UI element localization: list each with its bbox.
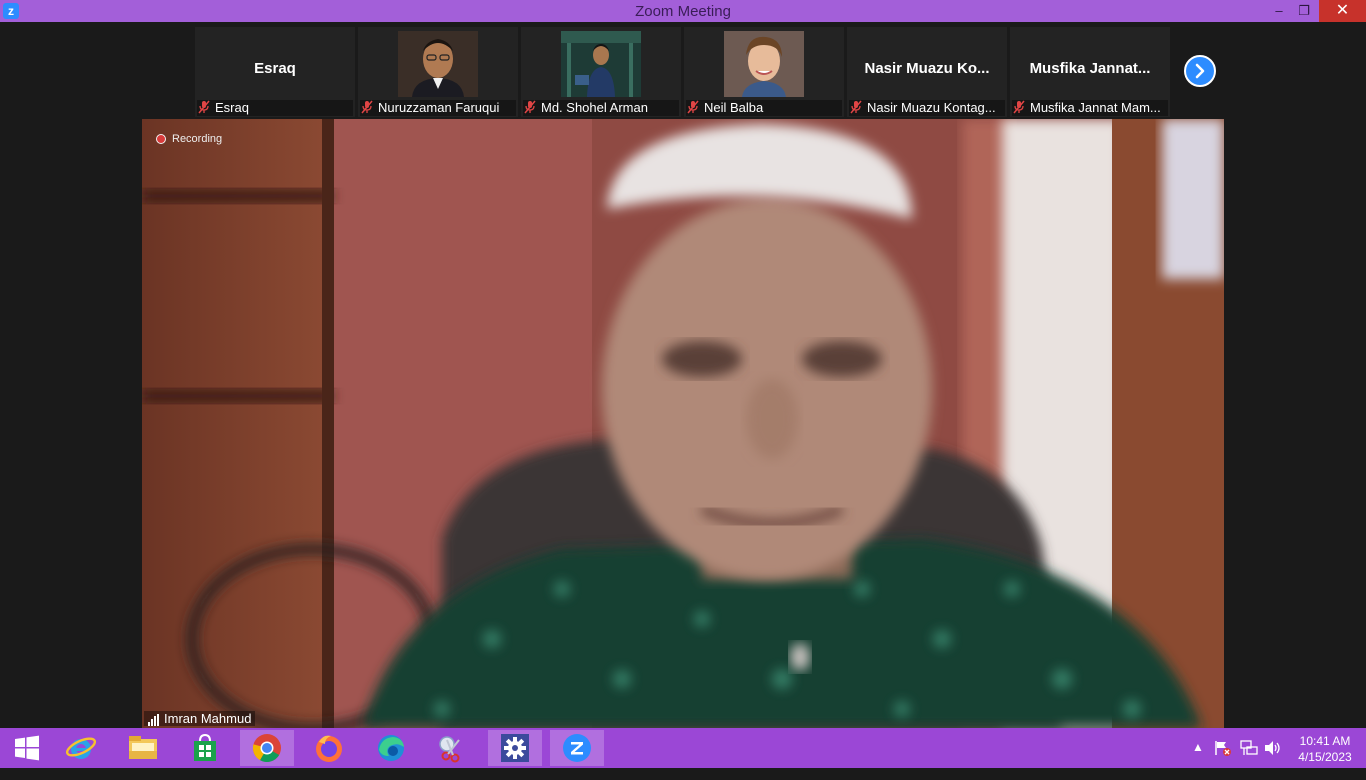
participant-name: Md. Shohel Arman xyxy=(541,100,648,115)
settings-taskbar-button[interactable] xyxy=(488,730,542,766)
recording-indicator: Recording xyxy=(156,133,222,145)
edge-taskbar-button[interactable] xyxy=(364,730,418,766)
chevron-right-icon xyxy=(1195,63,1205,79)
participant-name: Neil Balba xyxy=(704,100,764,115)
clock-date: 4/15/2023 xyxy=(1298,750,1352,764)
recording-label: Recording xyxy=(172,133,223,145)
participant-name: Nasir Muazu Kontag... xyxy=(867,100,996,115)
participant-strip: Esraq Esraq Nuruzzaman Faruqui Md. Shohe… xyxy=(0,22,1366,118)
windows-logo-icon xyxy=(15,735,39,761)
participant-name: Nuruzzaman Faruqui xyxy=(378,100,500,115)
participant-video xyxy=(398,31,478,97)
participant-tile[interactable]: Neil Balba xyxy=(684,27,844,117)
participant-tile[interactable]: Musfika Jannat... Musfika Jannat Mam... xyxy=(1010,27,1170,117)
recording-dot-icon xyxy=(156,134,166,144)
person-avatar-icon xyxy=(561,31,641,97)
firefox-taskbar-button[interactable] xyxy=(302,730,356,766)
chrome-taskbar-button[interactable] xyxy=(240,730,294,766)
speaker-name: Imran Mahmud xyxy=(164,711,252,726)
zoom-icon xyxy=(563,734,591,762)
speaker-name-tag: Imran Mahmud xyxy=(144,711,256,726)
signal-strength-icon xyxy=(148,714,159,726)
participant-tile[interactable]: Esraq Esraq xyxy=(195,27,355,117)
action-center-flag-icon[interactable] xyxy=(1214,740,1232,780)
chrome-icon xyxy=(252,734,281,762)
participant-name: Musfika Jannat Mam... xyxy=(1030,100,1161,115)
active-speaker-video: Recording Imran Mahmud xyxy=(142,119,1224,728)
participant-video xyxy=(561,31,641,97)
participant-label: Musfika Jannat Mam... xyxy=(1012,100,1168,116)
next-page-button[interactable] xyxy=(1184,55,1216,87)
tray-chevron[interactable]: ▲ xyxy=(1192,740,1204,780)
participant-display-name: Musfika Jannat... xyxy=(1029,60,1151,77)
speaker-video-frame xyxy=(142,119,1224,728)
participant-tile[interactable]: Nasir Muazu Ko... Nasir Muazu Kontag... xyxy=(847,27,1007,117)
participant-label: Md. Shohel Arman xyxy=(523,100,679,116)
participant-name: Esraq xyxy=(215,100,249,115)
participant-label: Nasir Muazu Kontag... xyxy=(849,100,1005,116)
participant-display-name: Esraq xyxy=(254,60,296,77)
clock-time: 10:41 AM xyxy=(1299,734,1351,748)
maximize-button[interactable]: ❐ xyxy=(1290,0,1318,22)
store-taskbar-button[interactable] xyxy=(178,730,232,766)
participant-tile[interactable]: Md. Shohel Arman xyxy=(521,27,681,117)
mic-muted-icon xyxy=(198,100,210,114)
mic-muted-icon xyxy=(1013,100,1025,114)
participant-label: Nuruzzaman Faruqui xyxy=(360,100,516,116)
person-avatar-icon xyxy=(724,31,804,97)
file-explorer-taskbar-button[interactable] xyxy=(116,730,170,766)
folder-icon xyxy=(129,736,157,759)
window-title: Zoom Meeting xyxy=(635,3,731,20)
participant-label: Esraq xyxy=(197,100,353,116)
minimize-button[interactable]: – xyxy=(1265,0,1293,22)
participant-label: Neil Balba xyxy=(686,100,842,116)
firefox-icon xyxy=(316,735,342,762)
scissors-icon xyxy=(439,736,460,763)
mic-muted-icon xyxy=(687,100,699,114)
participant-video xyxy=(724,31,804,97)
close-button[interactable]: ✕ xyxy=(1319,0,1366,22)
person-avatar-icon xyxy=(398,31,478,97)
gear-icon xyxy=(501,734,529,762)
mic-muted-icon xyxy=(524,100,536,114)
mic-muted-icon xyxy=(850,100,862,114)
participant-display-name: Nasir Muazu Ko... xyxy=(864,60,990,77)
volume-icon[interactable] xyxy=(1264,740,1282,780)
taskbar: ▲ 10:41 AM 4/15/2023 xyxy=(0,728,1366,768)
network-icon[interactable] xyxy=(1240,740,1258,780)
taskbar-clock[interactable]: 10:41 AM 4/15/2023 xyxy=(1290,733,1360,765)
title-bar: z Zoom Meeting – ❐ ✕ xyxy=(0,0,1366,22)
edge-icon xyxy=(378,735,404,761)
mic-muted-icon xyxy=(361,100,373,114)
internet-explorer-taskbar-button[interactable] xyxy=(54,730,108,766)
store-bag-icon xyxy=(194,733,216,761)
snipping-tool-taskbar-button[interactable] xyxy=(426,730,480,766)
internet-explorer-icon xyxy=(65,737,97,759)
zoom-taskbar-button[interactable] xyxy=(550,730,604,766)
participant-tile[interactable]: Nuruzzaman Faruqui xyxy=(358,27,518,117)
start-button[interactable] xyxy=(0,730,54,766)
